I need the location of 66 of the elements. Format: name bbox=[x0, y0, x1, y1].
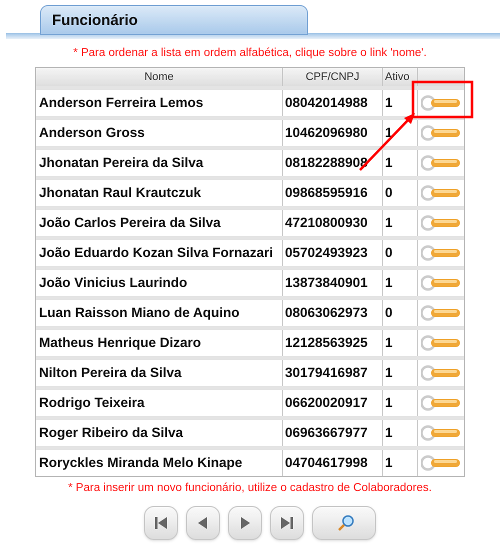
table-cell: 08042014988 bbox=[283, 90, 383, 116]
table-cell: Jhonatan Pereira da Silva bbox=[36, 150, 283, 176]
table-cell: 05702493923 bbox=[283, 240, 383, 266]
table-cell: Anderson Gross bbox=[36, 120, 283, 146]
wrench-icon[interactable] bbox=[421, 455, 461, 471]
table-cell: Matheus Henrique Dizaro bbox=[36, 330, 283, 356]
table-cell: 13873840901 bbox=[283, 270, 383, 296]
search-button[interactable] bbox=[312, 506, 376, 540]
wrench-icon[interactable] bbox=[421, 425, 461, 441]
table-cell: 1 bbox=[383, 390, 418, 416]
table-cell: 1 bbox=[383, 330, 418, 356]
table-cell: Roryckles Miranda Melo Kinape bbox=[36, 450, 283, 476]
table-cell: Nilton Pereira da Silva bbox=[36, 360, 283, 386]
table-cell: Anderson Ferreira Lemos bbox=[36, 90, 283, 116]
wrench-icon[interactable] bbox=[421, 275, 461, 291]
skip-first-icon bbox=[155, 517, 167, 529]
wrench-icon[interactable] bbox=[421, 95, 461, 111]
table-cell: 30179416987 bbox=[283, 360, 383, 386]
search-icon bbox=[338, 515, 354, 531]
wrench-icon[interactable] bbox=[421, 395, 461, 411]
skip-last-icon bbox=[281, 517, 293, 529]
table-cell: 1 bbox=[383, 360, 418, 386]
table-cell: 1 bbox=[383, 420, 418, 446]
table-cell: 1 bbox=[383, 270, 418, 296]
table-cell: 10462096980 bbox=[283, 120, 383, 146]
table-cell: 1 bbox=[383, 210, 418, 236]
highlight-frame bbox=[412, 80, 474, 118]
insert-note: * Para inserir um novo funcionário, utilize o cadastro de Colaboradores. bbox=[67, 481, 433, 496]
column-header: Ativo bbox=[383, 68, 418, 86]
previous-button[interactable] bbox=[186, 506, 220, 540]
table-cell: 09868595916 bbox=[283, 180, 383, 206]
table-cell: 0 bbox=[383, 180, 418, 206]
wrench-icon[interactable] bbox=[421, 335, 461, 351]
sort-note: * Para ordenar a lista em ordem alfabética, clique sobre o link 'nome'. bbox=[72, 46, 428, 61]
table-cell: Jhonatan Raul Krautczuk bbox=[36, 180, 283, 206]
table-cell: João Eduardo Kozan Silva Fornazari bbox=[36, 240, 283, 266]
wrench-icon[interactable] bbox=[421, 305, 461, 321]
table-cell: Rodrigo Teixeira bbox=[36, 390, 283, 416]
table-cell: Roger Ribeiro da Silva bbox=[36, 420, 283, 446]
wrench-icon[interactable] bbox=[421, 365, 461, 381]
table-cell: 06963667977 bbox=[283, 420, 383, 446]
wrench-icon[interactable] bbox=[421, 215, 461, 231]
table-cell: 1 bbox=[383, 450, 418, 476]
table-cell: 12128563925 bbox=[283, 330, 383, 356]
table-cell: 06620020917 bbox=[283, 390, 383, 416]
wrench-icon[interactable] bbox=[421, 125, 461, 141]
column-header: CPF/CNPJ bbox=[283, 68, 383, 86]
table-cell: 08063062973 bbox=[283, 300, 383, 326]
wrench-icon[interactable] bbox=[421, 245, 461, 261]
table-cell: 0 bbox=[383, 240, 418, 266]
last-page-button[interactable] bbox=[270, 506, 304, 540]
table-cell: Luan Raisson Miano de Aquino bbox=[36, 300, 283, 326]
table-cell: 1 bbox=[383, 150, 418, 176]
table-cell: João Carlos Pereira da Silva bbox=[36, 210, 283, 236]
table-cell: 04704617998 bbox=[283, 450, 383, 476]
column-header[interactable]: Nome bbox=[36, 68, 283, 86]
right-triangle-icon bbox=[241, 517, 250, 529]
table-cell: 47210800930 bbox=[283, 210, 383, 236]
next-button[interactable] bbox=[228, 506, 262, 540]
first-page-button[interactable] bbox=[144, 506, 178, 540]
table-cell: 08182288908 bbox=[283, 150, 383, 176]
table-cell: 0 bbox=[383, 300, 418, 326]
wrench-icon[interactable] bbox=[421, 155, 461, 171]
table-cell: João Vinicius Laurindo bbox=[36, 270, 283, 296]
wrench-icon[interactable] bbox=[421, 185, 461, 201]
left-triangle-icon bbox=[198, 517, 207, 529]
